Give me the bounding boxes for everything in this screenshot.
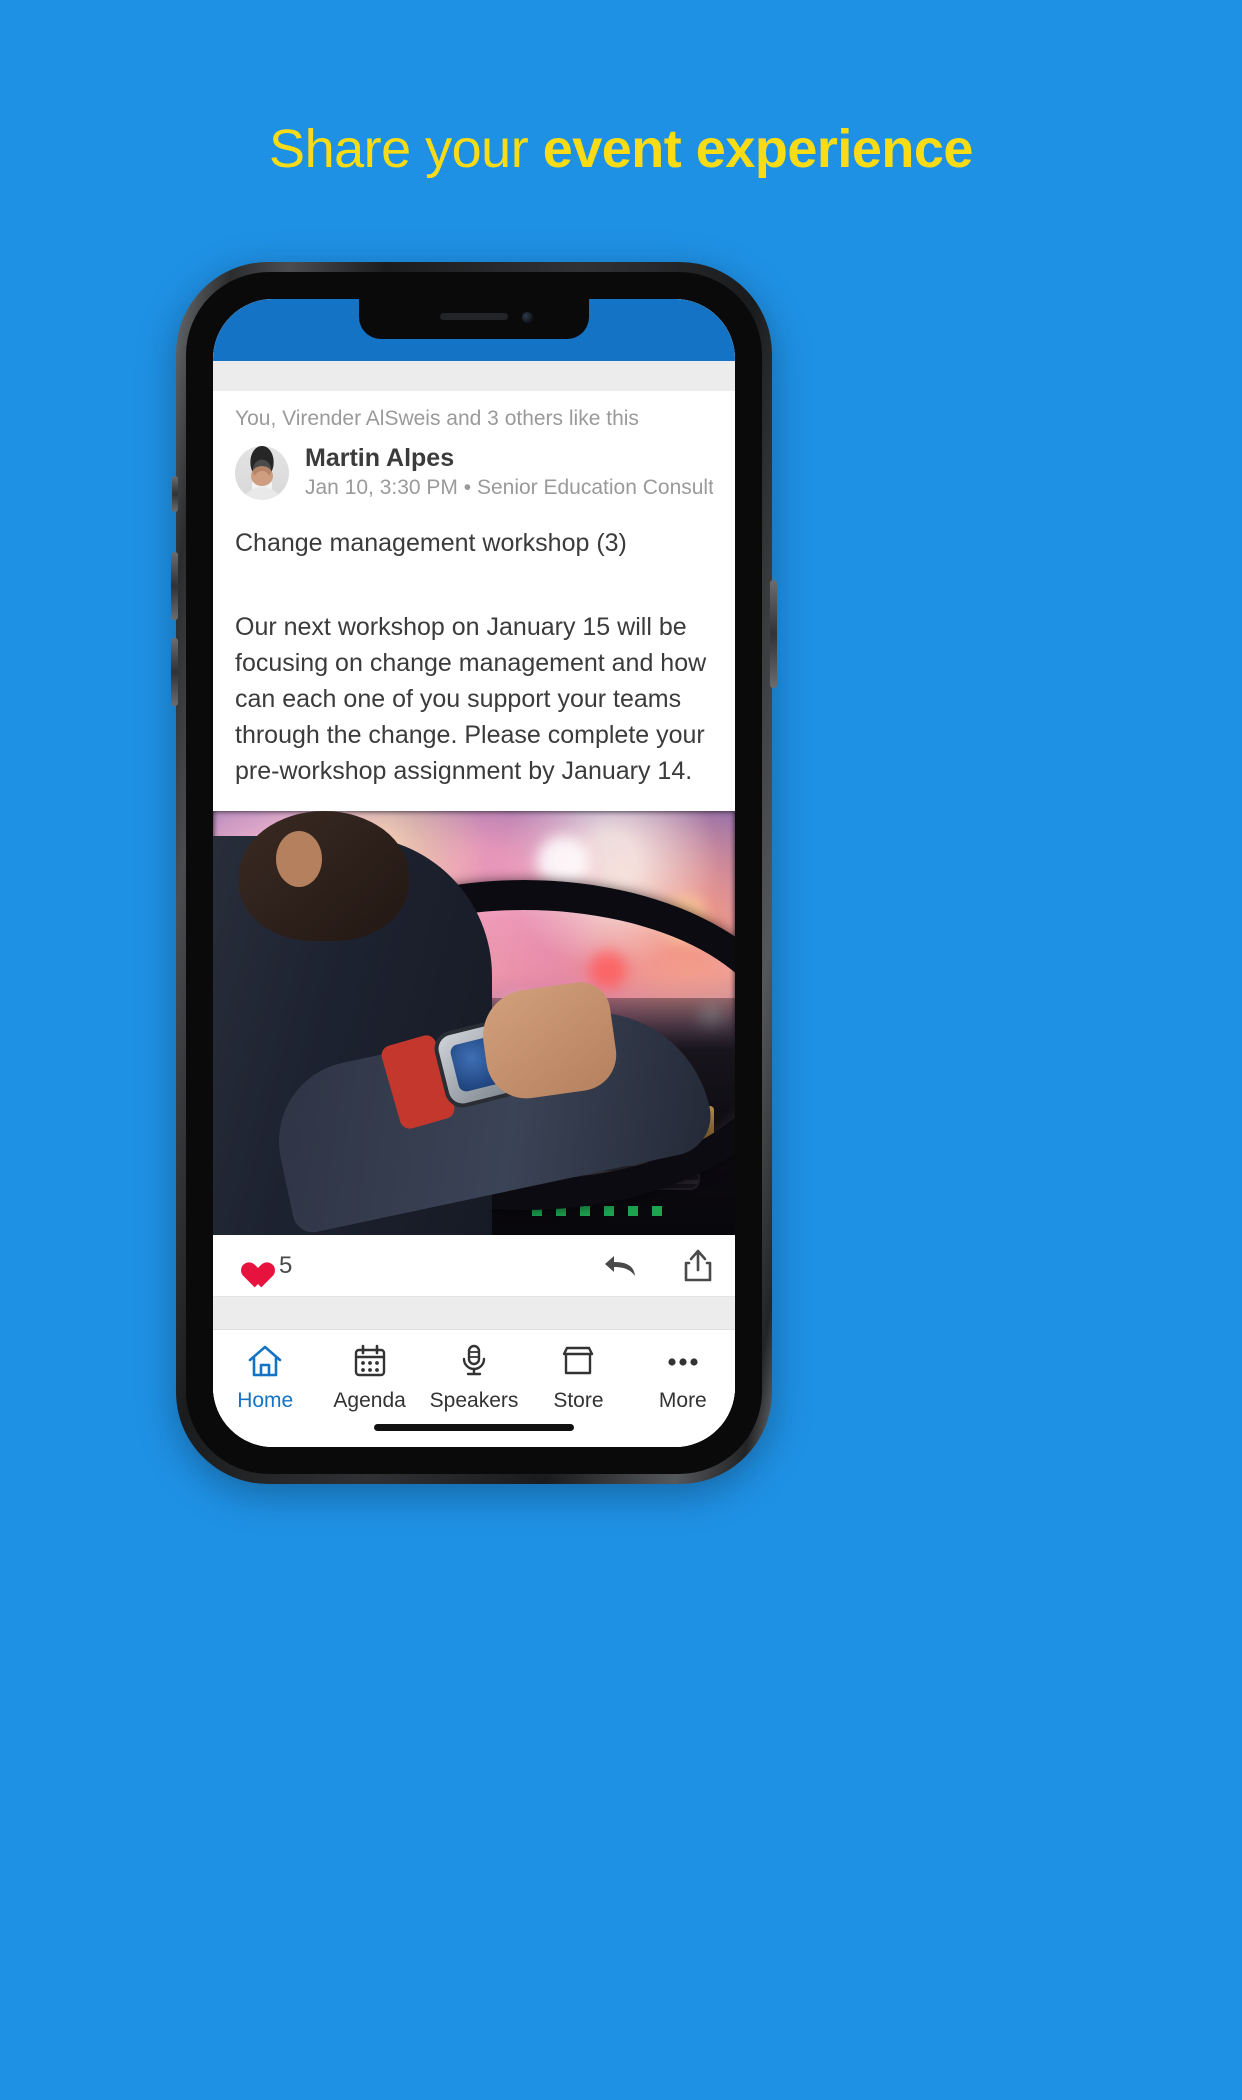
- photo-driver-head: [239, 811, 410, 941]
- post-author-row[interactable]: Martin Alpes Jan 10, 3:30 PM • Senior Ed…: [213, 435, 735, 505]
- tab-speakers-label: Speakers: [429, 1389, 519, 1412]
- volume-up-button[interactable]: [171, 552, 178, 620]
- tab-store-label: Store: [553, 1389, 604, 1412]
- tab-agenda-label: Agenda: [333, 1389, 406, 1412]
- microphone-icon: [456, 1342, 492, 1380]
- earpiece-speaker-icon: [440, 313, 508, 320]
- post-author-meta: Jan 10, 3:30 PM • Senior Education Consu…: [305, 476, 713, 499]
- front-camera-icon: [522, 312, 533, 323]
- photo-driver-ear: [276, 830, 323, 887]
- tab-more[interactable]: More: [631, 1342, 735, 1413]
- headline-light-part: Share your: [269, 119, 543, 179]
- feed-bottom-spacer: [213, 1297, 735, 1329]
- reply-arrow-icon: [605, 1255, 635, 1276]
- ellipsis-icon: [665, 1342, 701, 1380]
- app-viewport: You, Virender AlSweis and 3 others like …: [213, 299, 735, 1447]
- phone-mockup: You, Virender AlSweis and 3 others like …: [171, 262, 777, 1484]
- feed-top-spacer: [213, 361, 735, 391]
- post-body: Our next workshop on January 15 will be …: [235, 613, 707, 785]
- author-text-block: Martin Alpes Jan 10, 3:30 PM • Senior Ed…: [305, 443, 713, 503]
- tab-home-label: Home: [237, 1389, 294, 1412]
- page-headline: Share your event experience: [0, 118, 1242, 180]
- post-likes-summary[interactable]: You, Virender AlSweis and 3 others like …: [213, 391, 735, 435]
- tab-home[interactable]: Home: [213, 1342, 317, 1413]
- reply-button[interactable]: [603, 1251, 639, 1281]
- tab-speakers[interactable]: Speakers: [422, 1342, 526, 1413]
- phone-bezel: You, Virender AlSweis and 3 others like …: [186, 272, 762, 1474]
- heart-icon: [235, 1252, 265, 1279]
- avatar[interactable]: [235, 446, 289, 500]
- store-icon: [560, 1342, 596, 1380]
- like-count: 5: [279, 1251, 293, 1279]
- phone-screen: You, Virender AlSweis and 3 others like …: [213, 299, 735, 1447]
- volume-down-button[interactable]: [171, 638, 178, 706]
- home-indicator[interactable]: [374, 1424, 574, 1431]
- calendar-icon: [352, 1342, 388, 1380]
- like-button[interactable]: 5: [235, 1252, 292, 1280]
- share-upload-icon: [684, 1249, 712, 1281]
- feed-post-card[interactable]: You, Virender AlSweis and 3 others like …: [213, 391, 735, 1297]
- headline-bold-part: event experience: [542, 119, 974, 179]
- tab-agenda[interactable]: Agenda: [317, 1342, 421, 1413]
- share-button[interactable]: [683, 1249, 713, 1283]
- power-button[interactable]: [770, 580, 777, 688]
- tab-store[interactable]: Store: [526, 1342, 630, 1413]
- phone-notch: [359, 299, 589, 339]
- post-title: Change management workshop (3): [235, 529, 627, 557]
- post-photo[interactable]: [213, 811, 735, 1235]
- home-icon: [247, 1342, 283, 1380]
- post-action-bar: 5: [213, 1235, 735, 1297]
- tab-more-label: More: [658, 1389, 707, 1412]
- mute-switch[interactable]: [172, 476, 178, 512]
- post-author-name[interactable]: Martin Alpes: [305, 443, 713, 473]
